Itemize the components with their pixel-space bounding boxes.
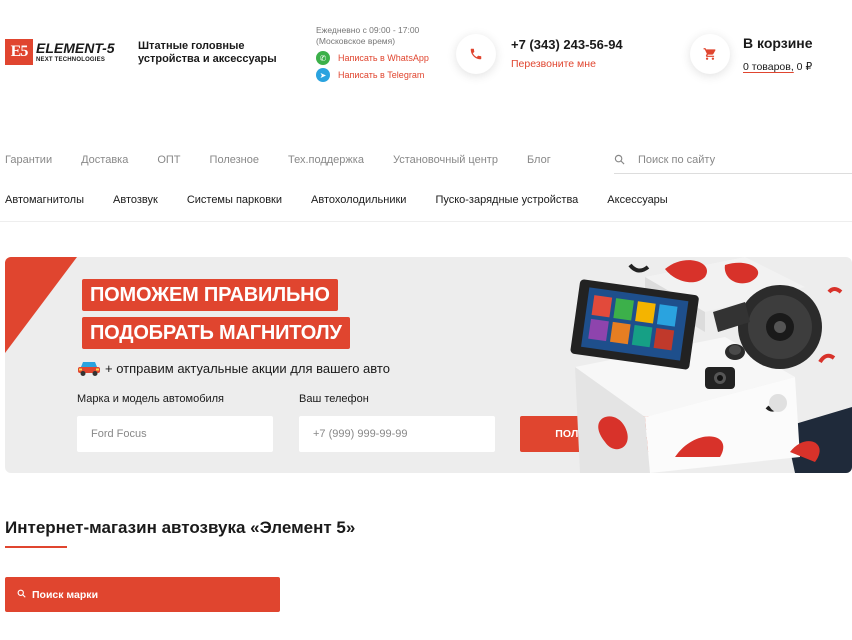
cart-title: В корзине: [743, 35, 813, 51]
nav-item-head-units[interactable]: Автомагнитолы: [5, 194, 84, 206]
telegram-icon: ➤: [316, 68, 330, 82]
whatsapp-icon: ✆: [316, 51, 330, 65]
whatsapp-link[interactable]: ✆ Написать в WhatsApp: [316, 51, 429, 65]
nav-item-useful[interactable]: Полезное: [210, 154, 259, 166]
info-nav: Гарантии Доставка ОПТ Полезное Тех.подде…: [5, 154, 580, 166]
nav-item-blog[interactable]: Блог: [527, 154, 551, 166]
logo[interactable]: E5 ELEMENT-5 NEXT TECHNOLOGIES: [5, 38, 123, 66]
promo-banner: ПОМОЖЕМ ПРАВИЛЬНО ПОДОБРАТЬ МАГНИТОЛУ + …: [5, 257, 852, 473]
nav-item-support[interactable]: Тех.поддержка: [288, 154, 364, 166]
site-header: E5 ELEMENT-5 NEXT TECHNOLOGIES Штатные г…: [0, 0, 852, 110]
logo-subtitle: NEXT TECHNOLOGIES: [36, 57, 106, 63]
cart-items-count: 0 товаров,: [743, 61, 794, 73]
logo-wordmark: ELEMENT-5: [36, 40, 115, 56]
nav-item-car-fridges[interactable]: Автохолодильники: [311, 194, 406, 206]
nav-item-guarantees[interactable]: Гарантии: [5, 154, 52, 166]
brand-search-button[interactable]: Поиск марки: [5, 577, 280, 612]
cart-summary[interactable]: 0 товаров, 0 ₽: [743, 61, 812, 73]
phone-label: Ваш телефон: [299, 393, 369, 405]
nav-item-parking-systems[interactable]: Системы парковки: [187, 194, 282, 206]
nav-item-delivery[interactable]: Доставка: [81, 154, 128, 166]
shop-heading: Интернет-магазин автозвука «Элемент 5»: [5, 518, 356, 537]
banner-accent-corner: [5, 257, 77, 353]
banner-headline-1: ПОМОЖЕМ ПРАВИЛЬНО: [82, 279, 338, 311]
working-hours: Ежедневно с 09:00 - 17:00 (Московское вр…: [316, 25, 420, 46]
phone-input[interactable]: [299, 416, 495, 452]
car-model-input[interactable]: [77, 416, 273, 452]
car-model-label: Марка и модель автомобиля: [77, 393, 225, 405]
nav-item-install-center[interactable]: Установочный центр: [393, 154, 498, 166]
search-icon: [17, 589, 26, 600]
car-icon: [78, 362, 100, 376]
logo-badge: E5: [5, 39, 33, 65]
search-icon: [614, 154, 626, 166]
heading-underline: [5, 546, 67, 548]
callback-link[interactable]: Перезвоните мне: [511, 58, 596, 70]
nav-item-accessories[interactable]: Аксессуары: [607, 194, 667, 206]
site-search[interactable]: [614, 146, 852, 174]
telegram-link[interactable]: ➤ Написать в Telegram: [316, 68, 424, 82]
banner-product-illustration: [570, 257, 852, 473]
tagline: Штатные головные устройства и аксессуары: [138, 40, 277, 65]
cart-total: 0 ₽: [793, 61, 813, 73]
banner-promo: + отправим актуальные акции для вашего а…: [77, 359, 390, 377]
nav-item-jump-starters[interactable]: Пуско-зарядные устройства: [435, 194, 578, 206]
phone-icon: [470, 48, 482, 60]
cart-button[interactable]: [690, 34, 730, 74]
catalog-nav: Автомагнитолы Автозвук Системы парковки …: [5, 194, 697, 206]
phone-number[interactable]: +7 (343) 243-56-94: [511, 37, 623, 52]
cart-icon: [703, 48, 716, 60]
nav-item-car-audio[interactable]: Автозвук: [113, 194, 158, 206]
nav-item-wholesale[interactable]: ОПТ: [157, 154, 180, 166]
banner-headline-2: ПОДОБРАТЬ МАГНИТОЛУ: [82, 317, 350, 349]
phone-button[interactable]: [456, 34, 496, 74]
nav-divider: [0, 221, 852, 222]
search-input[interactable]: [638, 153, 838, 166]
